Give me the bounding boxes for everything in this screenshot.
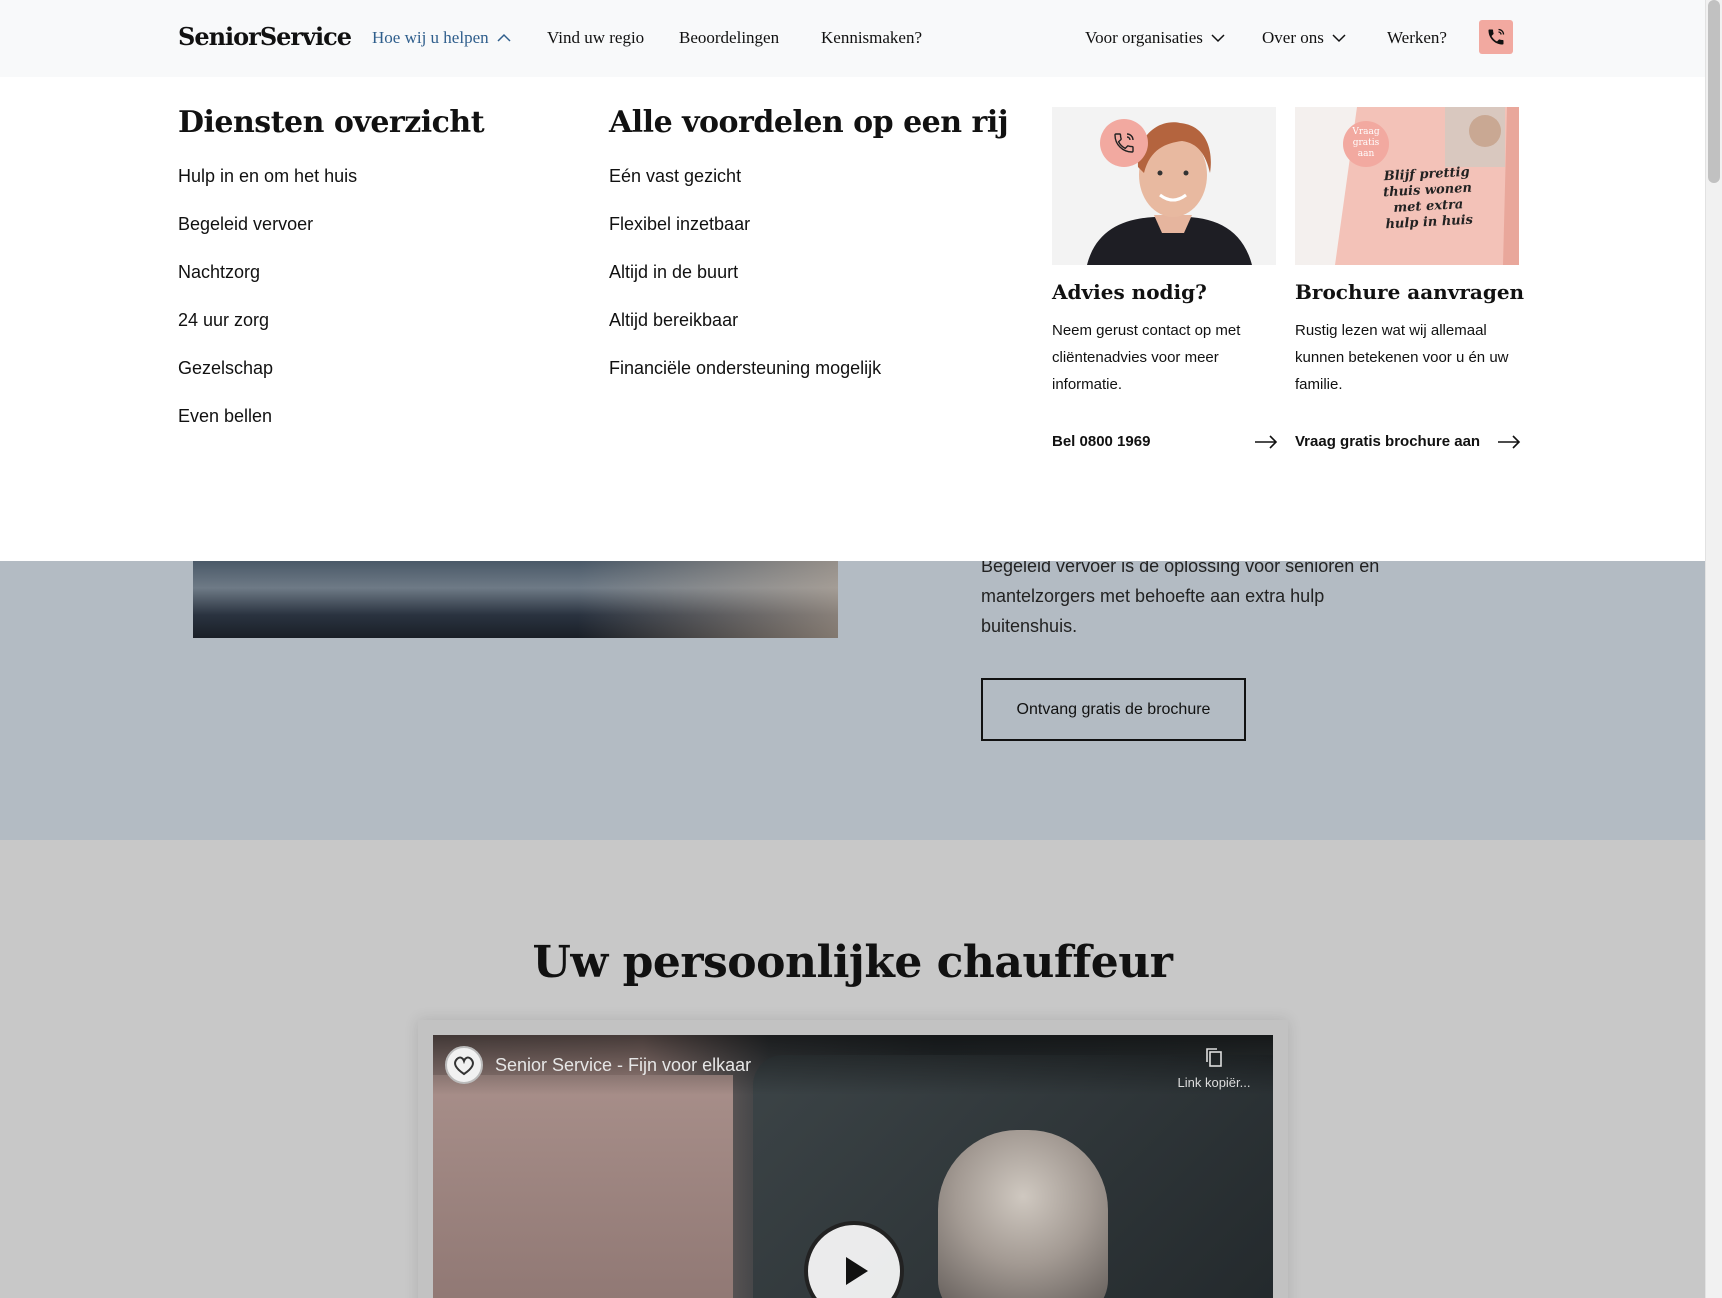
copy-link-button[interactable]: Link kopiër... (1169, 1047, 1259, 1090)
brochure-title: Brochure aanvragen (1295, 280, 1525, 304)
nav-kennismaken[interactable]: Kennismaken? (821, 28, 922, 48)
call-link-label: Bel 0800 1969 (1052, 433, 1151, 450)
video-card: Senior Service - Fijn voor elkaar Link k… (418, 1020, 1288, 1298)
nav-voor-organisaties[interactable]: Voor organisaties (1085, 28, 1225, 48)
arrow-right-icon (1498, 434, 1521, 449)
play-icon (846, 1257, 868, 1285)
benefit-link[interactable]: Altijd bereikbaar (609, 310, 738, 331)
nav-label: Voor organisaties (1085, 28, 1203, 47)
brochure-link[interactable]: Vraag gratis brochure aan (1295, 433, 1521, 450)
page-scrollbar[interactable] (1705, 0, 1722, 1298)
site-logo[interactable]: SeniorService (178, 22, 352, 51)
copy-icon (1206, 1048, 1222, 1067)
badge-line: aan (1357, 149, 1375, 159)
service-link[interactable]: Hulp in en om het huis (178, 166, 357, 187)
benefits-title: Alle voordelen op een rij (609, 105, 1009, 140)
service-link[interactable]: Gezelschap (178, 358, 273, 379)
badge-line: gratis (1352, 138, 1380, 148)
advisor-illustration (1052, 107, 1276, 265)
nav-label: Over ons (1262, 28, 1324, 47)
benefit-link[interactable]: Financiële ondersteuning mogelijk (609, 358, 881, 379)
copy-link-label: Link kopiër... (1177, 1075, 1251, 1090)
mega-menu: Diensten overzicht Hulp in en om het hui… (0, 77, 1705, 561)
nav-label: Vind uw regio (547, 28, 645, 47)
advice-text: Neem gerust contact op met cliëntenadvie… (1052, 322, 1241, 393)
section-title: Uw persoonlijke chauffeur (532, 937, 1173, 988)
nav-label: Hoe wij u helpen (372, 28, 489, 47)
service-link[interactable]: Even bellen (178, 406, 272, 427)
nav-label: Beoordelingen (679, 28, 780, 47)
benefit-link[interactable]: Flexibel inzetbaar (609, 214, 750, 235)
brochure-button[interactable]: Ontvang gratis de brochure (981, 678, 1246, 741)
nav-werken[interactable]: Werken? (1387, 28, 1447, 48)
brochure-image: Vraag gratis aan Blijf prettig thuis won… (1295, 107, 1519, 265)
benefit-link[interactable]: Eén vast gezicht (609, 166, 741, 187)
nav-over-ons[interactable]: Over ons (1262, 28, 1346, 48)
badge-line: Vraag (1352, 127, 1380, 137)
chevron-down-icon (1211, 33, 1225, 43)
free-badge: Vraag gratis aan (1343, 121, 1389, 167)
chevron-up-icon (497, 33, 511, 43)
chevron-down-icon (1332, 33, 1346, 43)
service-link[interactable]: Begeleid vervoer (178, 214, 313, 235)
nav-vind-uw-regio[interactable]: Vind uw regio (547, 28, 644, 48)
brochure-link-label: Vraag gratis brochure aan (1295, 433, 1481, 450)
service-link[interactable]: 24 uur zorg (178, 310, 269, 331)
phone-badge (1100, 119, 1148, 167)
channel-avatar[interactable] (445, 1046, 483, 1084)
arrow-right-icon (1255, 434, 1278, 449)
nav-label: Werken? (1387, 28, 1447, 47)
advice-title: Advies nodig? (1052, 280, 1207, 304)
site-header: SeniorService Hoe wij u helpen Vind uw r… (0, 0, 1705, 77)
services-title: Diensten overzicht (178, 105, 485, 140)
phone-icon (1488, 28, 1505, 45)
video-title[interactable]: Senior Service - Fijn voor elkaar (495, 1055, 751, 1076)
nav-label: Kennismaken? (821, 28, 923, 47)
video-player[interactable]: Senior Service - Fijn voor elkaar Link k… (433, 1035, 1273, 1298)
nav-beoordelingen[interactable]: Beoordelingen (679, 28, 779, 48)
hero-description: Begeleid vervoer is de oplossing voor se… (981, 556, 1380, 636)
phone-icon (1114, 133, 1134, 153)
service-link[interactable]: Nachtzorg (178, 262, 260, 283)
brochure-cover-text: Blijf prettig thuis wonen met extra hulp… (1371, 164, 1484, 234)
brochure-text: Rustig lezen wat wij allemaal kunnen bet… (1295, 322, 1509, 393)
phone-button[interactable] (1479, 20, 1513, 54)
scrollbar-thumb[interactable] (1708, 0, 1720, 183)
hero-section: Begeleid vervoer is de oplossing voor se… (0, 556, 1705, 840)
video-person (938, 1130, 1108, 1298)
benefit-link[interactable]: Altijd in de buurt (609, 262, 738, 283)
hero-image (193, 561, 838, 638)
call-link[interactable]: Bel 0800 1969 (1052, 433, 1278, 450)
advisor-photo (1052, 107, 1276, 265)
senior-service-logo-icon (454, 1056, 474, 1076)
chauffeur-section: Uw persoonlijke chauffeur Senior Service… (0, 840, 1705, 1298)
video-background (433, 1075, 733, 1298)
nav-hoe-wij-u-helpen[interactable]: Hoe wij u helpen (372, 28, 511, 48)
